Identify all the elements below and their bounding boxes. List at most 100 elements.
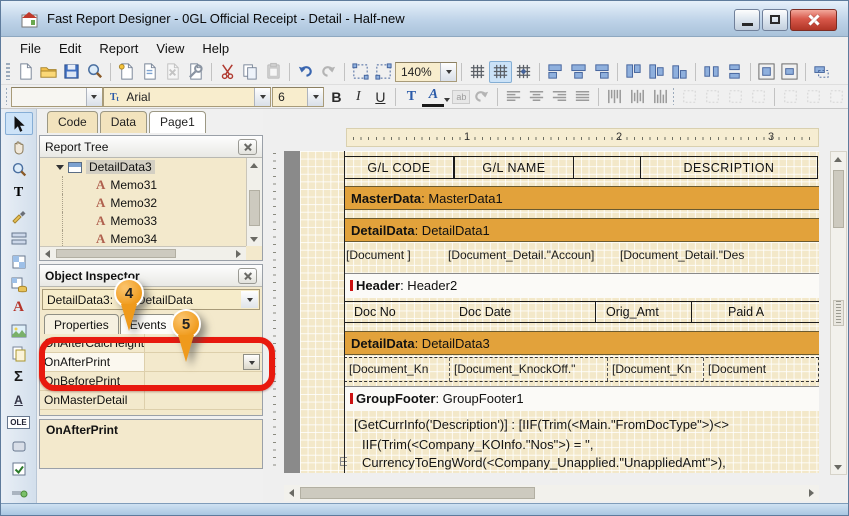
expression-line[interactable]: IIF(Trim(<Company_KOInfo."Nos">) = '', [362,437,819,452]
new-report-button[interactable] [14,61,37,83]
hand-tool[interactable] [5,135,33,158]
ungroup-button[interactable] [372,61,395,83]
zoom-combo[interactable]: 140% [395,62,457,82]
preview-button[interactable] [83,61,106,83]
scroll-down-icon[interactable] [831,461,845,474]
align-lefts-button[interactable] [544,61,567,83]
space-vertically-button[interactable] [723,61,746,83]
memo-object[interactable]: [Document_Detail."Des [620,245,819,265]
text-align-top-button[interactable] [603,86,626,108]
gradient-object-tool[interactable] [5,480,33,503]
bold-button[interactable]: B [325,86,347,108]
frame-edit-button[interactable] [825,86,848,108]
align-to-grid-button[interactable] [489,61,512,83]
band-detaildata1[interactable]: DetailData: DetailData1 [344,218,819,242]
save-report-button[interactable] [60,61,83,83]
show-grid-button[interactable] [466,61,489,83]
font-name-combo[interactable]: Tt Arial [103,87,271,107]
align-middles-button[interactable] [645,61,668,83]
toolbar-grip[interactable] [6,88,7,105]
report-tree-close-button[interactable] [238,139,257,155]
center-vertically-button[interactable] [778,61,801,83]
memo-object[interactable]: [Document [704,358,818,381]
frame-none-button[interactable] [802,86,825,108]
toolbar-grip[interactable] [6,63,10,80]
memo-object[interactable]: [Document_KnockOff." [450,358,608,381]
minimize-button[interactable] [734,9,760,31]
text-align-bottom-button[interactable] [649,86,672,108]
memo-object[interactable]: Doc Date [449,302,595,322]
tab-properties[interactable]: Properties [44,314,119,334]
draw-object-tool[interactable]: A [5,388,33,411]
memo-object[interactable]: [Document_Detail."Accoun] [448,245,620,265]
text-align-right-button[interactable] [548,86,571,108]
scroll-up-icon[interactable] [247,158,261,171]
object-dropdown-icon[interactable] [241,291,258,308]
tree-horizontal-scrollbar[interactable] [40,246,246,260]
align-centers-button[interactable] [567,61,590,83]
tree-node-memo34[interactable]: AMemo34 [40,230,246,246]
frame-bottom-button[interactable] [701,86,724,108]
style-dropdown-icon[interactable] [86,88,102,106]
text-object-tool[interactable]: A [5,296,33,319]
zoom-tool[interactable] [5,158,33,181]
font-size-dropdown-icon[interactable] [307,88,323,106]
center-horizontally-button[interactable] [755,61,778,83]
format-painter-tool[interactable] [5,204,33,227]
picture-object-tool[interactable] [5,319,33,342]
highlight-color-button[interactable]: A [422,87,444,107]
delete-page-button[interactable] [161,61,184,83]
scroll-right-icon[interactable] [232,247,246,260]
insert-band-tool[interactable] [5,227,33,250]
scroll-right-icon[interactable] [805,486,819,499]
font-size-combo[interactable]: 6 [272,87,324,107]
menu-edit[interactable]: Edit [50,39,90,58]
close-button[interactable] [790,9,837,31]
subreport-object-tool[interactable] [5,342,33,365]
expression-line[interactable]: [GetCurrInfo('Description')] : [IIF(Trim… [354,417,819,432]
new-page-button[interactable] [115,61,138,83]
text-align-left-button[interactable] [502,86,525,108]
tree-node-memo32[interactable]: AMemo32 [40,194,246,212]
memo-object[interactable]: Doc No [344,302,449,322]
text-edit-tool[interactable]: T [5,181,33,204]
system-text-tool[interactable]: Σ [5,365,33,388]
align-rights-button[interactable] [590,61,613,83]
scroll-thumb[interactable] [300,487,535,499]
cut-button[interactable] [216,61,239,83]
detaildata3-memos-selected[interactable]: [Document_Kn [Document_KnockOff." [Docum… [344,357,819,382]
band-groupfooter1[interactable]: GroupFooter: GroupFooter1 [344,386,819,411]
ole-object-tool[interactable]: OLE [5,411,33,434]
fit-to-grid-button[interactable] [512,61,535,83]
scroll-left-icon[interactable] [284,486,298,499]
memo-object[interactable]: [Document_Kn [608,358,704,381]
band-header2[interactable]: Header: Header2 [344,273,819,298]
select-tool[interactable] [5,112,33,135]
text-rotation-button[interactable]: ab [452,90,470,104]
scroll-thumb[interactable] [56,249,176,258]
memo-object[interactable]: [Document_Kn [345,358,450,381]
open-report-button[interactable] [37,61,60,83]
text-align-middle-button[interactable] [626,86,649,108]
scroll-thumb[interactable] [249,190,260,226]
zoom-dropdown-icon[interactable] [440,63,456,81]
report-object-tool[interactable] [5,250,33,273]
data-band-tool[interactable] [5,273,33,296]
object-inspector-close-button[interactable] [238,268,257,284]
memo-empty[interactable] [574,156,640,179]
splitter-handle[interactable] [833,300,844,326]
tree-node-memo33[interactable]: AMemo33 [40,212,246,230]
tab-page1[interactable]: Page1 [149,111,206,133]
scroll-left-icon[interactable] [40,247,54,260]
italic-button[interactable]: I [347,86,369,108]
font-dropdown-icon[interactable] [254,88,270,106]
memo-object[interactable]: [Document ] [346,245,448,265]
undo-button[interactable] [294,61,317,83]
event-row-onmasterdetail[interactable]: OnMasterDetail [40,391,262,410]
scroll-thumb[interactable] [833,170,844,228]
menu-file[interactable]: File [11,39,50,58]
frame-top-button[interactable] [678,86,701,108]
redo-button[interactable] [317,61,340,83]
space-horizontally-button[interactable] [700,61,723,83]
design-horizontal-scrollbar[interactable] [284,485,819,501]
